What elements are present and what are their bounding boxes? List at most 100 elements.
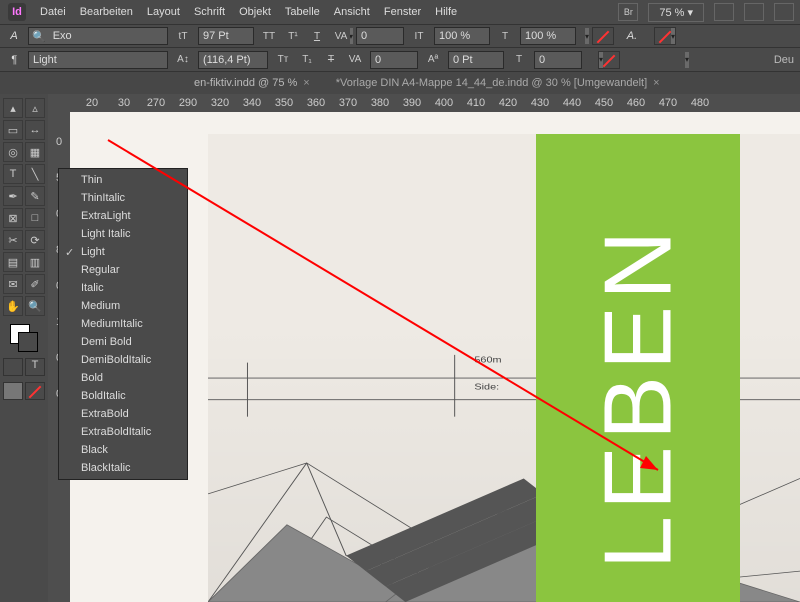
char-style-icon[interactable]: A. [624, 30, 640, 42]
font-style-combo[interactable]: ▾ [28, 51, 168, 69]
selection-tool[interactable]: ▴ [3, 98, 23, 118]
font-style-option[interactable]: ThinItalic [59, 189, 187, 207]
hand-tool[interactable]: ✋ [3, 296, 23, 316]
apply-container-icon[interactable] [3, 358, 23, 376]
pencil-tool[interactable]: ✎ [25, 186, 45, 206]
baseline-combo[interactable]: ▾ [448, 51, 504, 69]
font-style-option[interactable]: ExtraBoldItalic [59, 423, 187, 441]
scissors-tool[interactable]: ✂ [3, 230, 23, 250]
font-style-option[interactable]: Italic [59, 279, 187, 297]
allcaps-icon[interactable]: TT [260, 27, 278, 45]
font-style-option[interactable]: Light [59, 243, 187, 261]
subscript-icon[interactable]: T₁ [298, 51, 316, 69]
bridge-icon[interactable]: Br [618, 3, 638, 21]
font-style-option[interactable]: BoldItalic [59, 387, 187, 405]
document-tab-2[interactable]: *Vorlage DIN A4-Mappe 14_44_de.indd @ 30… [330, 72, 666, 94]
font-style-option[interactable]: Light Italic [59, 225, 187, 243]
menu-fenster[interactable]: Fenster [384, 6, 421, 18]
font-style-option[interactable]: Black [59, 441, 187, 459]
rect-frame-tool[interactable]: ⊠ [3, 208, 23, 228]
font-style-option[interactable]: Bold [59, 369, 187, 387]
eyedropper-tool[interactable]: ✐ [25, 274, 45, 294]
language-label[interactable]: Deu [774, 54, 794, 66]
font-style-input[interactable] [29, 52, 179, 68]
font-style-option[interactable]: ExtraLight [59, 207, 187, 225]
kerning-icon: VA [332, 27, 350, 45]
menu-bearbeiten[interactable]: Bearbeiten [80, 6, 133, 18]
document-tab-1[interactable]: en-fiktiv.indd @ 75 %× [188, 72, 316, 94]
view-options-icon[interactable] [714, 3, 734, 21]
menu-datei[interactable]: Datei [40, 6, 66, 18]
document-tab-bar: en-fiktiv.indd @ 75 %× *Vorlage DIN A4-M… [0, 72, 800, 94]
superscript-icon[interactable]: T¹ [284, 27, 302, 45]
font-family-combo[interactable]: 🔍 ▾ [28, 27, 168, 45]
content-tool[interactable]: ◎ [3, 142, 23, 162]
smallcaps-icon[interactable]: Tᴛ [274, 51, 292, 69]
menu-ansicht[interactable]: Ansicht [334, 6, 370, 18]
font-size-icon: tT [174, 27, 192, 45]
zoom-level[interactable]: 75 % ▾ [648, 3, 704, 22]
pen-tool[interactable]: ✒ [3, 186, 23, 206]
hscale-combo[interactable]: ▾ [520, 27, 576, 45]
font-style-option[interactable]: BlackItalic [59, 459, 187, 477]
tracking-icon: VA [346, 51, 364, 69]
paragraph-mode-icon[interactable]: ¶ [6, 54, 22, 66]
direct-selection-tool[interactable]: ▵ [25, 98, 45, 118]
font-style-option[interactable]: Medium [59, 297, 187, 315]
gradient-tool[interactable]: ▤ [3, 252, 23, 272]
menu-objekt[interactable]: Objekt [239, 6, 271, 18]
leading-combo[interactable]: ▾ [198, 51, 268, 69]
font-style-option[interactable]: Demi Bold [59, 333, 187, 351]
gradient-feather-tool[interactable]: ▥ [25, 252, 45, 272]
font-size-combo[interactable]: ▾ [198, 27, 254, 45]
transform-tool[interactable]: ⟳ [25, 230, 45, 250]
note-tool[interactable]: ✉ [3, 274, 23, 294]
font-style-option[interactable]: Thin [59, 171, 187, 189]
stroke-none-icon[interactable] [654, 27, 676, 45]
fill2-none-icon[interactable] [598, 51, 620, 69]
vscale-combo[interactable]: ▾ [434, 27, 490, 45]
font-style-dropdown[interactable]: ThinThinItalicExtraLightLight ItalicLigh… [58, 168, 188, 480]
menu-layout[interactable]: Layout [147, 6, 180, 18]
font-style-option[interactable]: Regular [59, 261, 187, 279]
zoom-tool[interactable]: 🔍 [25, 296, 45, 316]
banner-text: LEBEN [583, 225, 693, 570]
font-style-option[interactable]: ExtraBold [59, 405, 187, 423]
menu-hilfe[interactable]: Hilfe [435, 6, 457, 18]
control-bar-row1: A 🔍 ▾ tT ▾ TT T¹ T VA ▾ IT ▾ T ▾ A. [0, 24, 800, 48]
search-icon: 🔍 [29, 30, 49, 43]
font-style-option[interactable]: MediumItalic [59, 315, 187, 333]
type-tool[interactable]: T [3, 164, 23, 184]
apply-text-icon[interactable]: T [25, 358, 45, 376]
close-icon[interactable]: × [653, 77, 659, 89]
screen-mode-icon[interactable] [744, 3, 764, 21]
apply-color-icon[interactable] [3, 382, 23, 400]
sketch-label-a: 560m [474, 356, 501, 366]
apply-none-icon[interactable] [25, 382, 45, 400]
underline-icon[interactable]: T [308, 27, 326, 45]
page-tool[interactable]: ▭ [3, 120, 23, 140]
strike-icon[interactable]: T [322, 51, 340, 69]
baseline-icon: Aª [424, 51, 442, 69]
main-menu-bar: Id Datei Bearbeiten Layout Schrift Objek… [0, 0, 800, 24]
document-page: 560m Side: LEBEN [208, 134, 800, 602]
tracking-combo[interactable]: ▾ [370, 51, 418, 69]
line-tool[interactable]: ╲ [25, 164, 45, 184]
menu-schrift[interactable]: Schrift [194, 6, 225, 18]
kerning-combo[interactable]: ▾ [356, 27, 404, 45]
content-placer-tool[interactable]: ▦ [25, 142, 45, 162]
leading-icon: A↕ [174, 51, 192, 69]
skew-combo[interactable]: ▾ [534, 51, 582, 69]
close-icon[interactable]: × [303, 77, 309, 89]
tool-panel: ▴▵ ▭↔ ◎▦ T╲ ✒✎ ⊠□ ✂⟳ ▤▥ ✉✐ ✋🔍 T [0, 94, 48, 602]
green-banner: LEBEN [536, 134, 740, 602]
gap-tool[interactable]: ↔ [25, 120, 45, 140]
fill-stroke-swatch[interactable] [10, 324, 38, 352]
menu-tabelle[interactable]: Tabelle [285, 6, 320, 18]
font-style-option[interactable]: DemiBoldItalic [59, 351, 187, 369]
fill-none-icon[interactable] [592, 27, 614, 45]
character-mode-icon[interactable]: A [6, 30, 22, 42]
rect-tool[interactable]: □ [25, 208, 45, 228]
app-logo-icon: Id [8, 3, 26, 21]
arrange-icon[interactable] [774, 3, 794, 21]
